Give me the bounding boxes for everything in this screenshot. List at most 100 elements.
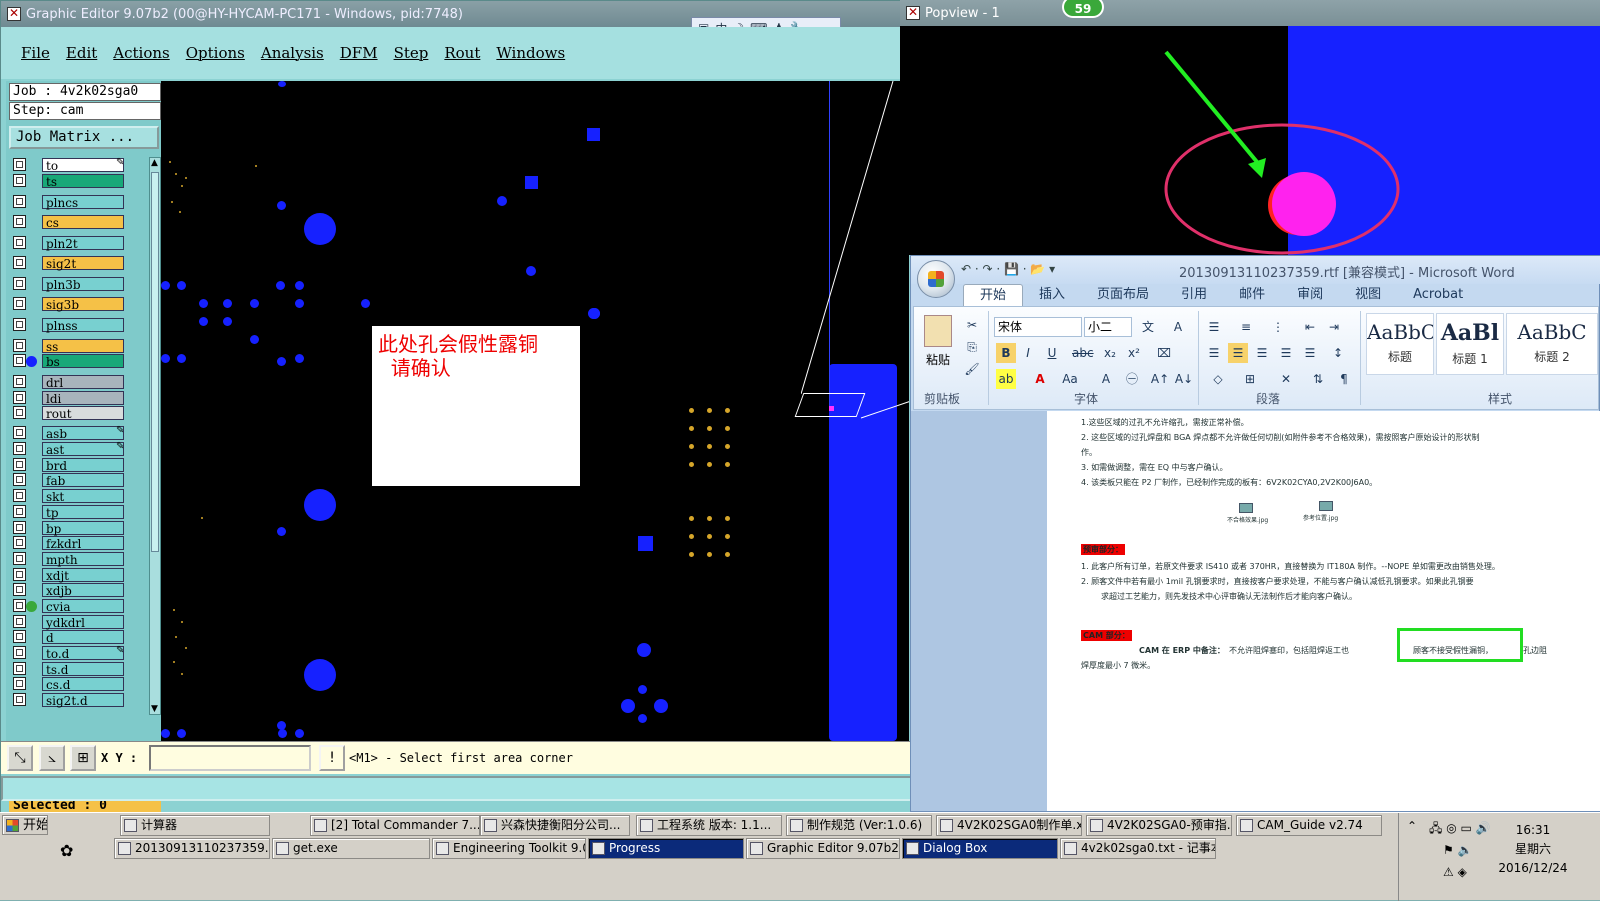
layer-checkbox[interactable] <box>13 375 26 388</box>
layer-name[interactable]: cs <box>42 214 124 230</box>
layer-name[interactable]: bp <box>42 520 124 536</box>
layer-row[interactable]: plnss <box>9 317 149 333</box>
layer-row[interactable]: ts.d <box>9 661 149 677</box>
layer-row[interactable]: ydkdrl <box>9 614 149 630</box>
multilevel-list-icon[interactable]: ⋮ <box>1268 317 1288 337</box>
tab-acrobat[interactable]: Acrobat <box>1397 284 1479 306</box>
taskbar-item[interactable]: 4V2K02SGA0-预审指... <box>1086 815 1232 836</box>
layer-name[interactable]: to <box>42 157 124 173</box>
layer-checkbox[interactable] <box>13 583 26 596</box>
taskbar-item[interactable]: Progress <box>588 838 744 859</box>
layer-checkbox[interactable] <box>13 174 26 187</box>
char-border-icon[interactable]: A <box>1168 317 1188 337</box>
layer-checkbox[interactable] <box>13 318 26 331</box>
layer-row[interactable]: cs.d <box>9 676 149 692</box>
justify-icon[interactable]: ☰ <box>1276 343 1296 363</box>
layer-checkbox[interactable] <box>13 693 26 706</box>
layer-checkbox[interactable] <box>13 458 26 471</box>
strikethrough-button[interactable]: abc <box>1072 343 1094 363</box>
subscript-button[interactable]: x₂ <box>1100 343 1120 363</box>
layer-name[interactable]: ts.d <box>42 661 124 677</box>
layer-checkbox[interactable] <box>13 236 26 249</box>
menu-actions[interactable]: Actions <box>113 44 169 62</box>
image-attachment-icon[interactable] <box>1319 501 1333 511</box>
asian-layout-icon[interactable]: ✕ <box>1276 369 1296 389</box>
underline-button[interactable]: U <box>1042 343 1062 363</box>
layer-checkbox[interactable] <box>13 277 26 290</box>
info-icon[interactable]: ! <box>319 745 345 771</box>
layer-checkbox[interactable] <box>13 505 26 518</box>
layer-row[interactable]: cs <box>9 214 149 230</box>
menu-dfm[interactable]: DFM <box>340 44 378 62</box>
document-page[interactable]: 1.这些区域的过孔不允许缩孔，需按正常补偿。 2. 这些区域的过孔焊盘和 BGA… <box>1047 411 1600 811</box>
char-shading-icon[interactable]: A <box>1096 369 1116 389</box>
layer-name[interactable]: sig3b <box>42 296 124 312</box>
layer-name[interactable]: asb <box>42 425 124 441</box>
layer-checkbox[interactable] <box>13 599 26 612</box>
layer-row[interactable]: skt <box>9 488 149 504</box>
layer-row[interactable]: plncs <box>9 194 149 210</box>
change-case-icon[interactable]: Aa <box>1060 369 1080 389</box>
notification-badge[interactable]: 59 <box>1062 0 1104 18</box>
layer-name[interactable]: sig2t <box>42 255 124 271</box>
popview-titlebar[interactable]: Popview - 1 <box>900 0 1600 26</box>
shrink-font-icon[interactable]: A↓ <box>1174 369 1194 389</box>
quick-access-toolbar[interactable]: ↶ · ↷ · 💾 · 📂 ▾ <box>961 262 1055 276</box>
numbering-icon[interactable]: ≡ <box>1236 317 1256 337</box>
style-heading-1[interactable]: AaBl 标题 1 <box>1436 313 1504 375</box>
tray-icons[interactable]: 🖧 ◎ ▭ 🔊 <box>1429 819 1491 840</box>
layer-row[interactable]: ss <box>9 338 149 354</box>
grid-icon[interactable]: ⊞ <box>70 745 96 771</box>
layer-row[interactable]: drl <box>9 374 149 390</box>
job-matrix-button[interactable]: Job Matrix ... <box>9 126 159 149</box>
menu-windows[interactable]: Windows <box>496 44 565 62</box>
enclose-char-icon[interactable]: ㊀ <box>1122 369 1142 389</box>
style-title[interactable]: AaBbC 标题 <box>1366 313 1434 375</box>
layer-checkbox[interactable] <box>13 391 26 404</box>
start-button[interactable]: 开始 <box>2 815 48 835</box>
menu-file[interactable]: File <box>21 44 50 62</box>
tab-insert[interactable]: 插入 <box>1023 284 1081 306</box>
menu-step[interactable]: Step <box>394 44 429 62</box>
bold-button[interactable]: B <box>996 343 1016 363</box>
layer-row[interactable]: to.d ✎ <box>9 645 149 661</box>
menu-options[interactable]: Options <box>186 44 245 62</box>
layer-name[interactable]: to.d <box>42 645 124 661</box>
taskbar-item[interactable]: [2] Total Commander 7... <box>310 815 480 836</box>
taskbar-item[interactable]: Dialog Box <box>902 838 1058 859</box>
superscript-button[interactable]: x² <box>1124 343 1144 363</box>
image-attachment-icon[interactable] <box>1239 503 1253 513</box>
layer-name[interactable]: bs <box>42 353 124 369</box>
layer-row[interactable]: ts <box>9 173 149 189</box>
layer-checkbox[interactable] <box>13 677 26 690</box>
layer-checkbox[interactable] <box>13 354 26 367</box>
office-button[interactable] <box>917 260 955 298</box>
cut-icon[interactable]: ✂ <box>962 315 982 335</box>
layer-checkbox[interactable] <box>13 630 26 643</box>
layer-row[interactable]: ldi <box>9 390 149 406</box>
layer-name[interactable]: fzkdrl <box>42 535 124 551</box>
shading-icon[interactable]: ◇ <box>1208 369 1228 389</box>
layer-row[interactable]: brd <box>9 457 149 473</box>
font-size-select[interactable]: 小二 <box>1084 317 1132 337</box>
layer-row[interactable]: sig2t <box>9 255 149 271</box>
taskbar-item[interactable]: 4V2K02SGA0制作单.xl... <box>936 815 1082 836</box>
layer-checkbox[interactable] <box>13 662 26 675</box>
menu-edit[interactable]: Edit <box>66 44 97 62</box>
layer-name[interactable]: pln2t <box>42 235 124 251</box>
taskbar-item[interactable]: 计算器 <box>120 815 270 836</box>
layer-row[interactable]: mpth <box>9 551 149 567</box>
layer-scrollbar[interactable]: ▲ ▼ <box>149 157 161 715</box>
taskbar-item[interactable]: 4v2k02sga0.txt - 记事本 <box>1060 838 1216 859</box>
layer-row[interactable]: ast ✎ <box>9 441 149 457</box>
style-heading-2[interactable]: AaBbC 标题 2 <box>1506 313 1598 375</box>
clear-format-icon[interactable]: ⌧ <box>1154 343 1174 363</box>
format-painter-icon[interactable]: 🖌 <box>962 359 982 379</box>
layer-checkbox[interactable] <box>13 646 26 659</box>
layer-row[interactable]: xdjt <box>9 567 149 583</box>
line-spacing-icon[interactable]: ↕ <box>1328 343 1348 363</box>
layer-name[interactable]: mpth <box>42 551 124 567</box>
taskbar-item[interactable]: CAM_Guide v2.74 <box>1236 815 1382 836</box>
taskbar-item[interactable]: Engineering Toolkit 9.07... <box>432 838 586 859</box>
scroll-up-icon[interactable]: ▲ <box>151 158 158 168</box>
